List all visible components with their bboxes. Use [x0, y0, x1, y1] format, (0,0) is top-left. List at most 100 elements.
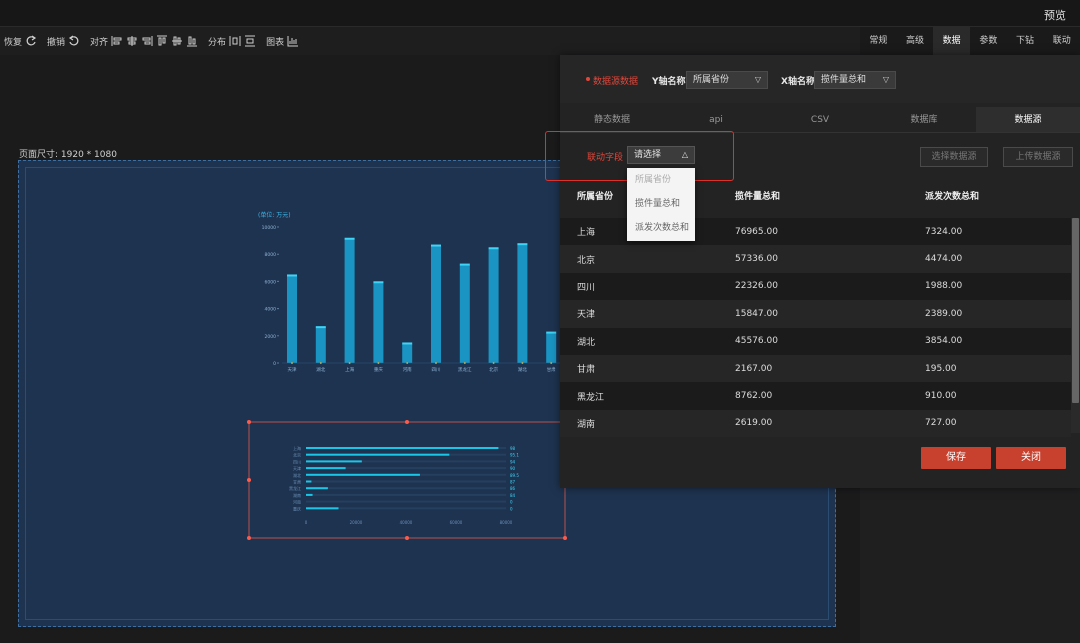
- table-cell: 2619.00: [735, 418, 773, 429]
- bar-top: [431, 244, 441, 247]
- table-row[interactable]: 天津 15847.00 2389.00: [560, 300, 1071, 328]
- bar[interactable]: [315, 327, 326, 363]
- datasource-tabs: 静态数据 api CSV 数据库 数据源: [560, 107, 1080, 133]
- bar-top: [315, 326, 326, 329]
- hbar-value-label: 98: [510, 446, 516, 451]
- chevron-down-icon: ▽: [882, 75, 889, 84]
- table-cell: 2389.00: [925, 308, 963, 319]
- y-axis-label: Y轴名称: [652, 77, 686, 87]
- table-cell: 2167.00: [735, 363, 773, 374]
- table-row[interactable]: 黑龙江 8762.00 910.00: [560, 382, 1071, 410]
- hbar-bar[interactable]: [306, 507, 339, 510]
- hbar-value-label: 87: [510, 480, 516, 485]
- bar[interactable]: [488, 248, 499, 363]
- hbar-category-label: 上海: [293, 445, 301, 451]
- tab-static-data[interactable]: 静态数据: [560, 107, 664, 132]
- hbar-bar[interactable]: [306, 493, 313, 496]
- table-row[interactable]: 四川 22326.00 1988.00: [560, 272, 1071, 301]
- hbar-bar[interactable]: [306, 480, 312, 483]
- table-cell: 1988.00: [925, 281, 963, 292]
- hbar-bar[interactable]: [306, 447, 499, 449]
- table-cell: 22326.00: [735, 281, 778, 292]
- dropdown-option[interactable]: 所属省份: [627, 168, 695, 192]
- table-row[interactable]: 北京 57336.00 4474.00: [560, 245, 1071, 273]
- x-tick-label: 湖北: [316, 366, 325, 373]
- table-row[interactable]: 湖南 2619.00 727.00: [560, 409, 1071, 438]
- bar[interactable]: [459, 265, 470, 363]
- hbar-category-label: 四川: [293, 459, 301, 464]
- y-axis-value: 所属省份: [693, 75, 730, 85]
- resize-handle[interactable]: [247, 420, 251, 424]
- hbar-bar[interactable]: [306, 473, 420, 476]
- x-axis-select[interactable]: 揽件量总和 ▽: [814, 71, 896, 89]
- hbar-track: [306, 500, 506, 503]
- tab-api[interactable]: api: [664, 107, 768, 132]
- table-cell: 3854.00: [925, 336, 963, 347]
- y-axis-select[interactable]: 所属省份 ▽: [686, 71, 768, 89]
- resize-handle[interactable]: [247, 536, 251, 540]
- resize-handle[interactable]: [405, 536, 409, 540]
- hbar-value-label: 95.1: [510, 453, 519, 458]
- table-cell: 195.00: [925, 363, 957, 374]
- table-scrollbar[interactable]: [1071, 218, 1080, 433]
- datasource-dialog: 数据源数据 Y轴名称 所属省份 ▽ X轴名称 揽件量总和 ▽ 静态数据 api …: [560, 55, 1080, 488]
- bar[interactable]: [546, 333, 557, 363]
- bar[interactable]: [402, 343, 413, 363]
- bar[interactable]: [344, 239, 355, 363]
- bar[interactable]: [373, 282, 384, 363]
- y-tick-label: 2000: [265, 334, 277, 340]
- x-axis-label: X轴名称: [781, 77, 815, 87]
- hbar-value-label: 89.5: [510, 473, 519, 478]
- y-tick-mark: [277, 362, 279, 364]
- table-cell: 7324.00: [925, 226, 963, 237]
- hbar-bar[interactable]: [306, 453, 450, 456]
- tab-csv[interactable]: CSV: [768, 107, 872, 132]
- select-datasource-button[interactable]: 选择数据源: [920, 147, 988, 167]
- resize-handle[interactable]: [563, 536, 567, 540]
- y-tick-mark: [277, 226, 279, 228]
- x-tick-label: 黑龙江: [458, 366, 472, 373]
- resize-handle[interactable]: [247, 478, 251, 482]
- hbar-category-label: 湖南: [293, 492, 301, 498]
- table-cell: 45576.00: [735, 336, 778, 347]
- right-panel-background: [860, 488, 1080, 643]
- resize-handle[interactable]: [405, 420, 409, 424]
- table-cell: 北京: [577, 255, 596, 266]
- x-tick-label: 重庆: [374, 366, 383, 373]
- y-tick-label: 0: [273, 361, 276, 367]
- tab-database[interactable]: 数据库: [872, 107, 976, 132]
- dropdown-option[interactable]: 揽件量总和: [627, 192, 695, 216]
- link-field-dropdown: 所属省份 揽件量总和 派发次数总和: [627, 168, 695, 241]
- dropdown-option[interactable]: 派发次数总和: [627, 216, 695, 240]
- table-row[interactable]: 湖北 45576.00 3854.00: [560, 327, 1071, 355]
- chevron-down-icon: ▽: [754, 75, 761, 84]
- column-header: 派发次数总和: [925, 191, 980, 202]
- hbar-bar[interactable]: [306, 460, 362, 463]
- tab-datasource[interactable]: 数据源: [976, 107, 1080, 132]
- save-button[interactable]: 保存: [921, 447, 991, 469]
- x-tick-label: 四川: [432, 367, 441, 373]
- bar-top: [546, 331, 557, 334]
- table-cell: 76965.00: [735, 226, 778, 237]
- bar[interactable]: [517, 244, 528, 363]
- hbar-x-tick-label: 80000: [500, 520, 513, 525]
- bar[interactable]: [287, 275, 297, 363]
- bar-top: [373, 281, 384, 284]
- hbar-bar[interactable]: [306, 487, 328, 490]
- hbar-category-label: 天津: [293, 465, 301, 471]
- table-cell: 湖南: [577, 419, 596, 430]
- upload-datasource-button[interactable]: 上传数据源: [1003, 147, 1073, 167]
- vertical-bar-chart[interactable]: (单位: 万元) 0 2000 4000 6000 8000 10000 天津 湖北 上海 重庆…: [258, 211, 560, 373]
- y-tick-label: 6000: [265, 279, 277, 285]
- hbar-value-label: 0: [510, 500, 513, 505]
- scrollbar-thumb[interactable]: [1072, 218, 1079, 403]
- hbar-track: [306, 480, 506, 483]
- hbar-bar[interactable]: [306, 467, 346, 470]
- table-row[interactable]: 甘肃 2167.00 195.00: [560, 354, 1071, 383]
- hbar-value-label: 90: [510, 466, 516, 471]
- close-button[interactable]: 关闭: [996, 447, 1066, 469]
- hbar-category-label: 甘肃: [293, 479, 301, 485]
- hbar-value-label: 94: [510, 459, 516, 464]
- horizontal-bar-chart[interactable]: 上海 98 北京 95.1 四川 94 天津 90 湖北 89.5 甘肃 87 黑龙江 86 湖南 84 河南 0…: [289, 445, 519, 525]
- bar[interactable]: [431, 246, 441, 363]
